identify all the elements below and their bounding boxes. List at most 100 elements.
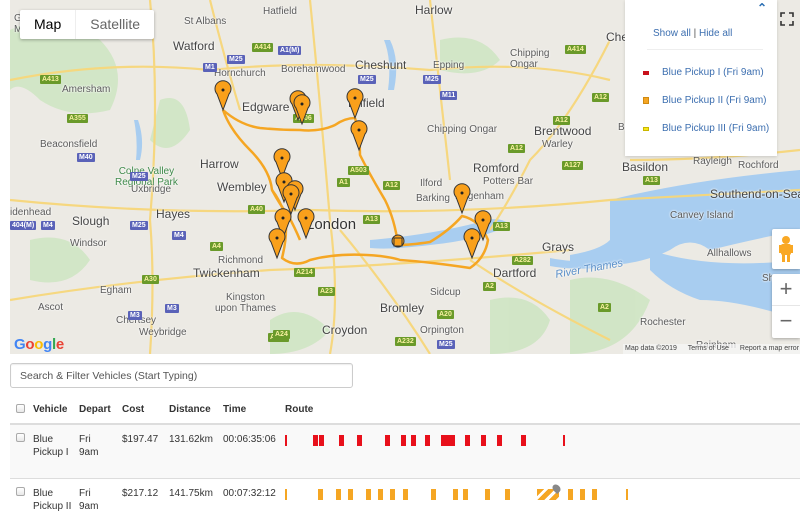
legend-separator: | [693, 28, 697, 39]
route-stop-segment[interactable] [411, 435, 416, 446]
header-vehicle[interactable]: Vehicle [33, 396, 79, 425]
route-stop-segment[interactable] [465, 435, 470, 446]
route-stop-segment[interactable] [318, 488, 323, 500]
header-time[interactable]: Time [223, 396, 285, 425]
route-stop-segment[interactable] [592, 488, 597, 500]
route-stop-segment[interactable] [485, 488, 490, 500]
route-legend: ⌃ Show all | Hide all Blue Pickup I (Fri… [625, 0, 777, 156]
distance-value: 141.75km [169, 487, 213, 499]
route-depot-marker[interactable] [453, 435, 455, 446]
row-checkbox[interactable] [16, 433, 25, 442]
route-stop-segment[interactable] [425, 435, 430, 446]
legend-item-label: Blue Pickup II (Fri 9am) [662, 95, 767, 106]
route-stop-segment[interactable] [431, 488, 436, 500]
row-checkbox[interactable] [16, 486, 25, 496]
zoom-out-button[interactable]: − [772, 306, 800, 338]
report-map-error-link[interactable]: Report a map error [740, 345, 799, 352]
terms-of-use-link[interactable]: Terms of Use [688, 345, 729, 352]
route-stop-segment[interactable] [497, 435, 502, 446]
pegman-icon [779, 236, 793, 262]
map-marker-pin-icon[interactable] [268, 228, 286, 260]
route-stop-segment[interactable] [319, 435, 324, 446]
route-timeline[interactable] [285, 433, 800, 453]
fullscreen-icon[interactable] [780, 12, 794, 26]
map-marker-pin-icon[interactable] [214, 80, 232, 112]
route-stop-segment[interactable] [339, 435, 344, 446]
legend-swatch [643, 70, 649, 75]
row-select-cell [10, 424, 33, 479]
route-stop-segment[interactable] [385, 435, 390, 446]
header-route: Route [285, 396, 800, 425]
route-stop-segment[interactable] [568, 488, 573, 500]
route-stop-segment[interactable] [580, 488, 585, 500]
cost-value: $217.12 [122, 487, 159, 499]
legend-swatch [643, 97, 649, 104]
google-logo[interactable]: Google [14, 336, 64, 353]
legend-item-label: Blue Pickup I (Fri 9am) [662, 67, 764, 78]
time-value: 00:06:35:06 [223, 424, 285, 479]
vehicle-table: Vehicle Depart Cost Distance Time Route … [10, 396, 800, 530]
cost-value: $197.47 [122, 424, 169, 479]
zoom-in-button[interactable]: + [772, 274, 800, 306]
route-stop-segment[interactable] [463, 488, 468, 500]
table-row[interactable]: Blue Pickup I Fri 9am $197.47 131.62km 0… [10, 424, 800, 479]
hide-all-link[interactable]: Hide all [699, 28, 732, 39]
map-marker-pin-icon[interactable] [293, 94, 311, 126]
select-all-cell [10, 396, 33, 425]
map-type-satellite-button[interactable]: Satellite [75, 10, 154, 39]
route-stop-segment[interactable] [453, 488, 458, 500]
map-marker-pin-icon[interactable] [350, 120, 368, 152]
map-type-map-button[interactable]: Map [20, 10, 75, 39]
zoom-control: + − [772, 274, 800, 338]
route-stop-segment[interactable] [378, 488, 383, 500]
route-timeline-cell [285, 424, 800, 479]
table-header-row: Vehicle Depart Cost Distance Time Route [10, 396, 800, 425]
route-stop-segment[interactable] [348, 488, 353, 500]
route-stop-segment[interactable] [357, 435, 362, 446]
legend-item-label: Blue Pickup III (Fri 9am) [662, 123, 770, 134]
map-marker-pin-icon[interactable] [453, 183, 471, 215]
route-stop-segment[interactable] [521, 435, 526, 446]
route-stop-segment[interactable] [481, 435, 486, 446]
header-depart[interactable]: Depart [79, 396, 122, 425]
legend-item-blue-pickup-i[interactable]: Blue Pickup I (Fri 9am) [643, 67, 764, 78]
route-stop-segment[interactable] [313, 435, 318, 446]
route-timeline[interactable] [285, 482, 800, 507]
legend-swatch [643, 126, 649, 131]
vehicle-search-input[interactable] [10, 363, 353, 388]
header-distance[interactable]: Distance [169, 396, 223, 425]
route-stop-segment[interactable] [403, 488, 408, 500]
route-stop-segment[interactable] [390, 488, 395, 500]
depart-time: Fri 9am [79, 424, 122, 479]
route-stop-segment[interactable] [441, 435, 453, 446]
route-stop-segment[interactable] [505, 488, 510, 500]
route-stop-segment[interactable] [366, 488, 371, 500]
depot-icon[interactable] [391, 234, 405, 248]
legend-toggles: Show all | Hide all [653, 28, 732, 39]
time-value: 00:07:32:12 [223, 487, 276, 499]
legend-item-blue-pickup-ii[interactable]: Blue Pickup II (Fri 9am) [643, 95, 766, 106]
row-select-cell [10, 478, 33, 530]
header-cost[interactable]: Cost [122, 396, 169, 425]
depart-time: Fri 9am [79, 487, 99, 512]
table-row[interactable]: Blue Pickup II Fri 9am $217.12 141.75km … [10, 478, 800, 530]
route-stop-segment[interactable] [336, 488, 341, 500]
map-marker-pin-icon[interactable] [463, 228, 481, 260]
map-marker-pin-icon[interactable] [297, 208, 315, 240]
distance-value: 131.62km [169, 424, 223, 479]
route-timeline-cell [285, 478, 800, 530]
chevron-up-icon[interactable]: ⌃ [757, 1, 767, 15]
route-depot-marker[interactable] [285, 488, 287, 500]
route-depot-marker[interactable] [563, 435, 565, 446]
show-all-link[interactable]: Show all [653, 28, 691, 39]
map-type-control: Map Satellite [20, 10, 155, 39]
legend-item-blue-pickup-iii[interactable]: Blue Pickup III (Fri 9am) [643, 123, 769, 134]
map-data-label: Map data ©2019 [625, 345, 677, 352]
map-marker-pin-icon[interactable] [346, 88, 364, 120]
select-all-checkbox[interactable] [16, 403, 25, 413]
route-stop-segment[interactable] [401, 435, 406, 446]
route-depot-marker[interactable] [626, 488, 628, 500]
map-canvas[interactable]: HemelHempstead St Albans Hatfield Harlow… [10, 0, 800, 354]
route-depot-marker[interactable] [285, 435, 287, 446]
street-view-pegman-button[interactable] [772, 229, 800, 269]
